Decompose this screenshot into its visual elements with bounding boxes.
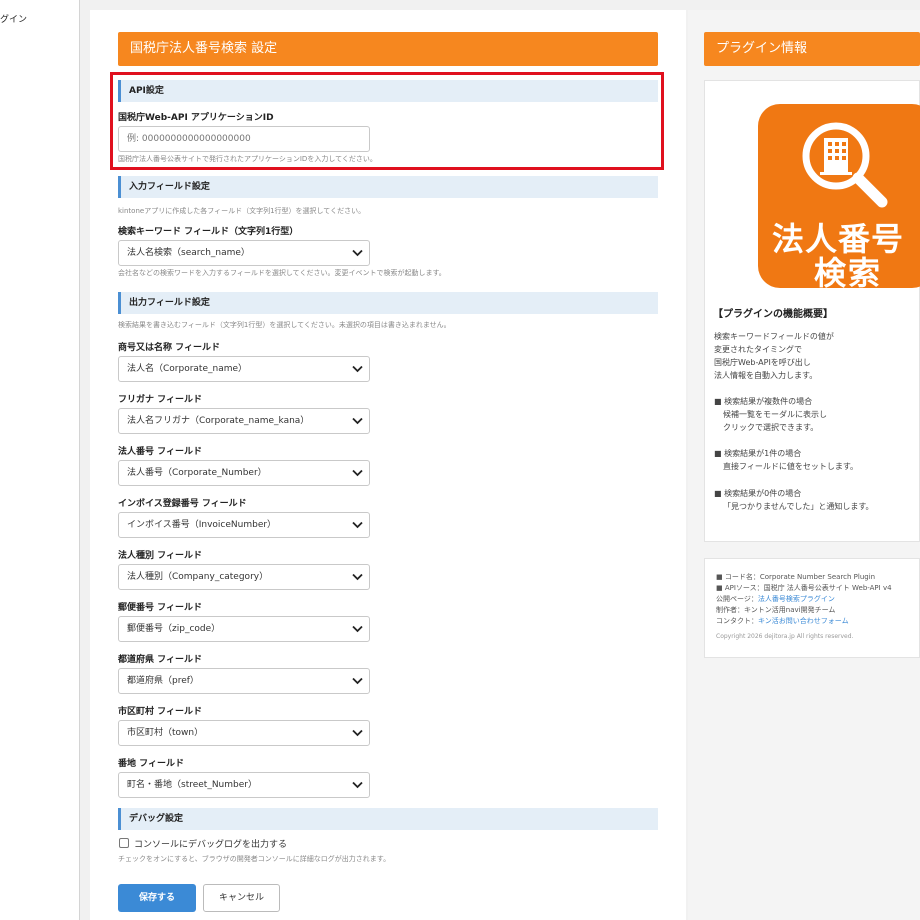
case-title: ■ 検索結果が0件の場合 <box>714 489 802 498</box>
case-line: 「見つかりませんでした」と通知します。 <box>723 502 874 511</box>
nav-label[interactable]: グイン <box>0 12 27 25</box>
public-page-link[interactable]: 法人番号検索プラグイン <box>758 595 835 603</box>
chevron-down-icon <box>352 521 363 529</box>
chevron-down-icon <box>352 677 363 685</box>
select-value: 郵便番号（zip_code） <box>127 624 221 634</box>
chevron-down-icon <box>352 469 363 477</box>
left-nav: グイン <box>0 0 80 920</box>
chevron-down-icon <box>352 781 363 789</box>
code-name: ■ コード名：Corporate Number Search Plugin <box>716 573 876 581</box>
building-search-icon <box>802 122 888 208</box>
select-value: 法人番号（Corporate_Number） <box>127 468 267 478</box>
output-section-title: 出力フィールド設定 <box>118 292 658 314</box>
highlight-box <box>110 72 664 170</box>
chevron-down-icon <box>352 625 363 633</box>
debug-log-checkbox[interactable] <box>119 838 129 848</box>
debug-section-title: デバッグ設定 <box>118 808 658 830</box>
select-value: インボイス番号（InvoiceNumber） <box>127 520 277 530</box>
field-label: 市区町村 フィールド <box>118 707 202 717</box>
corporate-name-select[interactable]: 法人名（Corporate_name） <box>118 356 370 382</box>
author: 制作者：キントン活用navi開発チーム <box>716 606 836 614</box>
debug-hint: チェックをオンにすると、ブラウザの開発者コンソールに詳細なログが出力されます。 <box>118 855 391 863</box>
select-value: 法人名（Corporate_name） <box>127 364 248 374</box>
town-select[interactable]: 市区町村（town） <box>118 720 370 746</box>
furigana-select[interactable]: 法人名フリガナ（Corporate_name_kana） <box>118 408 370 434</box>
chevron-down-icon <box>352 417 363 425</box>
case-line: クリックで選択できます。 <box>723 423 819 432</box>
field-label: 法人番号 フィールド <box>118 447 202 457</box>
case-line: 直接フィールドに値をセットします。 <box>723 462 859 471</box>
search-keyword-label: 検索キーワード フィールド（文字列1行型） <box>118 227 299 237</box>
search-keyword-select[interactable]: 法人名検索（search_name） <box>118 240 370 266</box>
public-page-label: 公開ページ： <box>716 595 758 603</box>
field-label: 法人種別 フィールド <box>118 551 202 561</box>
field-label: 都道府県 フィールド <box>118 655 202 665</box>
field-label: フリガナ フィールド <box>118 395 202 405</box>
chevron-down-icon <box>352 573 363 581</box>
contact: コンタクト：キン活お問い合わせフォーム <box>716 616 849 626</box>
field-label: 郵便番号 フィールド <box>118 603 202 613</box>
select-value: 町名・番地（street_Number） <box>127 780 257 790</box>
chevron-down-icon <box>352 729 363 737</box>
api-source: ■ APIソース：国税庁 法人番号公表サイト Web-API v4 <box>716 584 892 592</box>
field-label: 番地 フィールド <box>118 759 184 769</box>
pref-select[interactable]: 都道府県（pref） <box>118 668 370 694</box>
input-section-title: 入力フィールド設定 <box>118 176 658 198</box>
chevron-down-icon <box>352 249 363 257</box>
summary-line: 法人情報を自動入力します。 <box>714 371 818 380</box>
summary-line: 検索キーワードフィールドの値が <box>714 332 834 341</box>
plugin-info-header: プラグイン情報 <box>704 32 920 66</box>
field-label: インボイス登録番号 フィールド <box>118 499 247 509</box>
chevron-down-icon <box>352 365 363 373</box>
copyright: Copyright 2026 dejitora.jp All rights re… <box>716 633 854 640</box>
company-category-select[interactable]: 法人種別（Company_category） <box>118 564 370 590</box>
cancel-button[interactable]: キャンセル <box>203 884 280 912</box>
case-title: ■ 検索結果が複数件の場合 <box>714 397 813 406</box>
contact-link[interactable]: キン活お問い合わせフォーム <box>758 617 849 625</box>
case-title: ■ 検索結果が1件の場合 <box>714 449 802 458</box>
case-line: 候補一覧をモーダルに表示し <box>723 410 827 419</box>
select-value: 都道府県（pref） <box>127 676 199 686</box>
invoice-number-select[interactable]: インボイス番号（InvoiceNumber） <box>118 512 370 538</box>
zip-code-select[interactable]: 郵便番号（zip_code） <box>118 616 370 642</box>
search-keyword-hint: 会社名などの検索ワードを入力するフィールドを選択してください。変更イベントで検索… <box>118 269 446 277</box>
contact-label: コンタクト： <box>716 617 758 625</box>
summary-line: 変更されたタイミングで <box>714 345 802 354</box>
output-section-description: 検索結果を書き込むフィールド（文字列1行型）を選択してください。未選択の項目は書… <box>118 321 451 329</box>
settings-header: 国税庁法人番号検索 設定 <box>118 32 658 66</box>
save-button[interactable]: 保存する <box>118 884 196 912</box>
logo-subtitle: 検索 <box>814 254 883 288</box>
plugin-logo: 法人番号 検索 <box>758 104 920 288</box>
debug-log-checkbox-label[interactable]: コンソールにデバッグログを出力する <box>134 837 287 850</box>
summary-heading: 【プラグインの機能概要】 <box>713 309 833 320</box>
select-value: 法人名フリガナ（Corporate_name_kana） <box>127 416 310 426</box>
field-label: 商号又は名称 フィールド <box>118 343 220 353</box>
select-value: 法人名検索（search_name） <box>127 248 250 258</box>
input-section-description: kintoneアプリに作成した各フィールド（文字列1行型）を選択してください。 <box>118 207 366 215</box>
select-value: 市区町村（town） <box>127 728 204 738</box>
public-page: 公開ページ：法人番号検索プラグイン <box>716 594 835 604</box>
select-value: 法人種別（Company_category） <box>127 572 269 582</box>
street-number-select[interactable]: 町名・番地（street_Number） <box>118 772 370 798</box>
corporate-number-select[interactable]: 法人番号（Corporate_Number） <box>118 460 370 486</box>
summary-line: 国税庁Web-APIを呼び出し <box>714 358 811 367</box>
